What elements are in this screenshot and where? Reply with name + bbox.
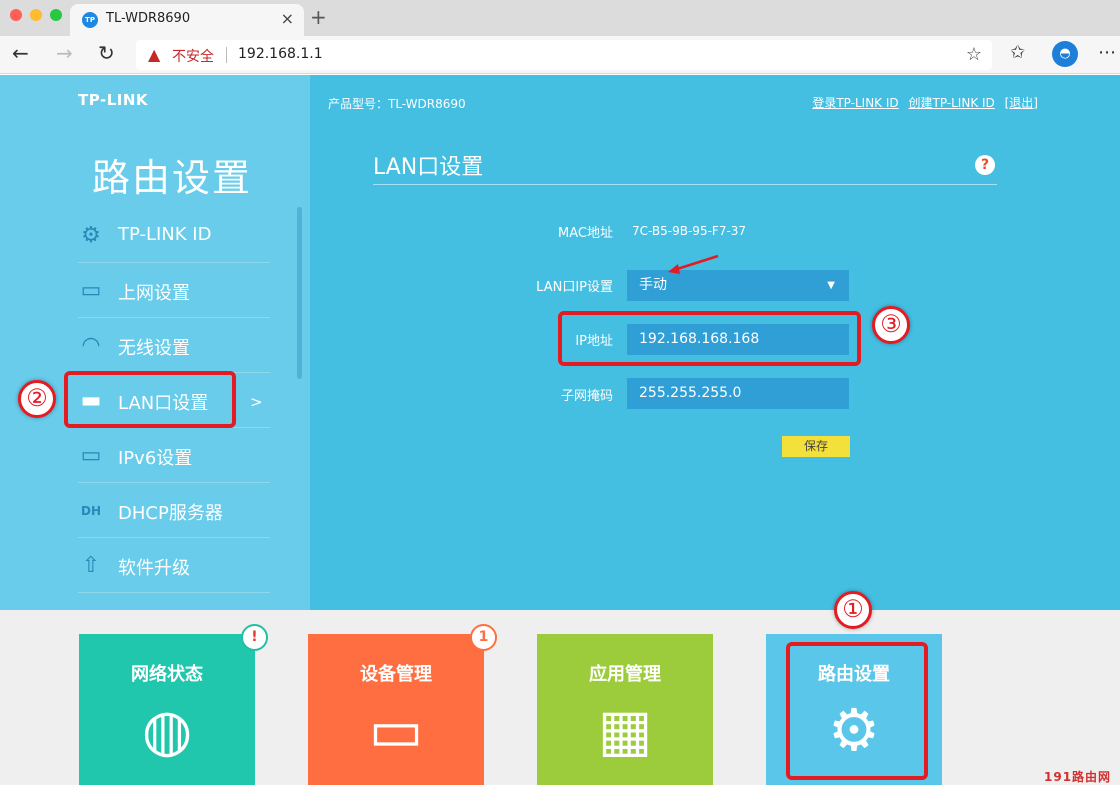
menu-label: IPv6设置 [118,448,193,469]
minimize-window-button[interactable] [30,9,42,21]
globe-icon: ◍ [141,696,193,764]
create-tp-link-id-link[interactable]: 创建TP-LINK ID [908,96,994,110]
menu-label: TP-LINK ID [118,224,212,245]
menu-label: 无线设置 [118,338,190,359]
menu-item-dhcp[interactable]: DH DHCP服务器 [78,483,270,538]
menu-label: 软件升级 [118,558,190,579]
page-title: LAN口设置 [373,155,484,180]
mac-label: MAC地址 [558,226,613,241]
chevron-down-icon: ▼ [827,280,835,291]
more-menu-icon[interactable]: ⋯ [1098,42,1116,63]
mac-value: 7C-B5-9B-95-F7-37 [632,224,747,238]
login-tp-link-id-link[interactable]: 登录TP-LINK ID [812,96,898,110]
tile-label: 设备管理 [360,664,432,685]
router-sidebar: TP-LINK 路由设置 ⚙ TP-LINK ID ▭ 上网设置 ◠ 无线设置 … [0,75,310,610]
step-3-marker: ③ [872,306,910,344]
browser-tab[interactable]: TP TL-WDR8690 × [70,4,304,36]
new-tab-button[interactable]: + [310,5,327,29]
active-menu-arrow-icon: > [250,393,263,411]
maximize-window-button[interactable] [50,9,62,21]
alert-badge: ! [241,624,268,651]
account-links: 登录TP-LINK ID 创建TP-LINK ID [退出] [806,94,1038,111]
annotation-arrow-icon [668,254,719,274]
back-icon[interactable]: ← [12,41,29,65]
menu-item-tp-link-id[interactable]: ⚙ TP-LINK ID [78,208,270,263]
forward-icon[interactable]: → [56,41,73,65]
menu-item-upgrade[interactable]: ⇧ 软件升级 [78,538,270,593]
tile-device-management[interactable]: 设备管理 ▭ 1 [308,624,497,785]
favorites-icon[interactable]: ✩ [1010,42,1025,63]
tab-close-icon[interactable]: × [281,9,294,28]
step-2-marker: ② [18,380,56,418]
apps-grid-icon: ▦ [597,696,653,764]
close-window-button[interactable] [10,9,22,21]
address-bar[interactable]: ▲ 不安全 192.168.1.1 ☆ [136,40,992,70]
browser-toolbar: ← → ↻ ▲ 不安全 192.168.1.1 ☆ ✩ ◓ ⋯ [0,36,1120,74]
profile-avatar-icon[interactable]: ◓ [1052,41,1078,67]
menu-item-internet[interactable]: ▭ 上网设置 [78,263,270,318]
lan-ip-mode-value: 手动 [639,277,667,293]
bookmark-star-icon[interactable]: ☆ [966,44,982,65]
laptop-icon: ▭ [80,443,102,468]
laptop-wifi-icon: ▭ [368,696,424,764]
menu-item-ipv6[interactable]: ▭ IPv6设置 [78,428,270,483]
annotation-box-router-tile [786,642,928,780]
title-divider [373,184,997,185]
address-divider [226,47,227,63]
bottom-nav: 网络状态 ◍ ! 设备管理 ▭ 1 应用管理 ▦ 路由设置 ⚙ [0,610,1120,785]
warning-icon: ▲ [148,45,161,64]
annotation-box-ip-field [558,311,861,366]
subnet-mask-label: 子网掩码 [560,389,613,404]
tile-app-management[interactable]: 应用管理 ▦ [537,634,713,785]
sidebar-scrollbar[interactable] [297,207,302,379]
logout-link[interactable]: [退出] [1005,96,1038,110]
browser-tabstrip: TP TL-WDR8690 × + [0,0,1120,36]
lan-ip-mode-label: LAN口IP设置 [536,280,613,295]
annotation-box-lan-menu [64,371,236,428]
watermark: 191路由网 [1044,770,1112,784]
tile-network-status[interactable]: 网络状态 ◍ ! [79,624,268,785]
step-1-marker: ① [834,591,872,629]
laptop-icon: ▭ [80,278,102,303]
upload-icon: ⇧ [81,553,101,578]
insecure-label[interactable]: 不安全 [172,46,214,66]
sidebar-title: 路由设置 [92,156,253,200]
dhcp-icon: DH [80,504,101,518]
tp-link-favicon-icon: TP [82,12,98,28]
reload-icon[interactable]: ↻ [98,41,115,65]
menu-label: 上网设置 [118,283,190,304]
count-badge: 1 [470,624,497,651]
tab-title: TL-WDR8690 [106,11,191,26]
tp-link-logo: TP-LINK [78,91,149,109]
help-icon[interactable]: ? [975,155,995,175]
tile-label: 应用管理 [589,664,661,685]
tile-label: 网络状态 [131,664,203,685]
wifi-icon: ◠ [81,333,101,358]
gear-icon: ⚙ [81,223,101,248]
menu-item-wireless[interactable]: ◠ 无线设置 [78,318,270,373]
save-button[interactable]: 保存 [782,436,850,457]
subnet-mask-input[interactable]: 255.255.255.0 [627,378,849,409]
screenshot-root: TP TL-WDR8690 × + ← → ↻ ▲ 不安全 192.168.1.… [0,0,1120,785]
url-text[interactable]: 192.168.1.1 [238,46,323,62]
product-model: 产品型号：TL-WDR8690 [328,97,466,111]
menu-label: DHCP服务器 [118,503,223,524]
